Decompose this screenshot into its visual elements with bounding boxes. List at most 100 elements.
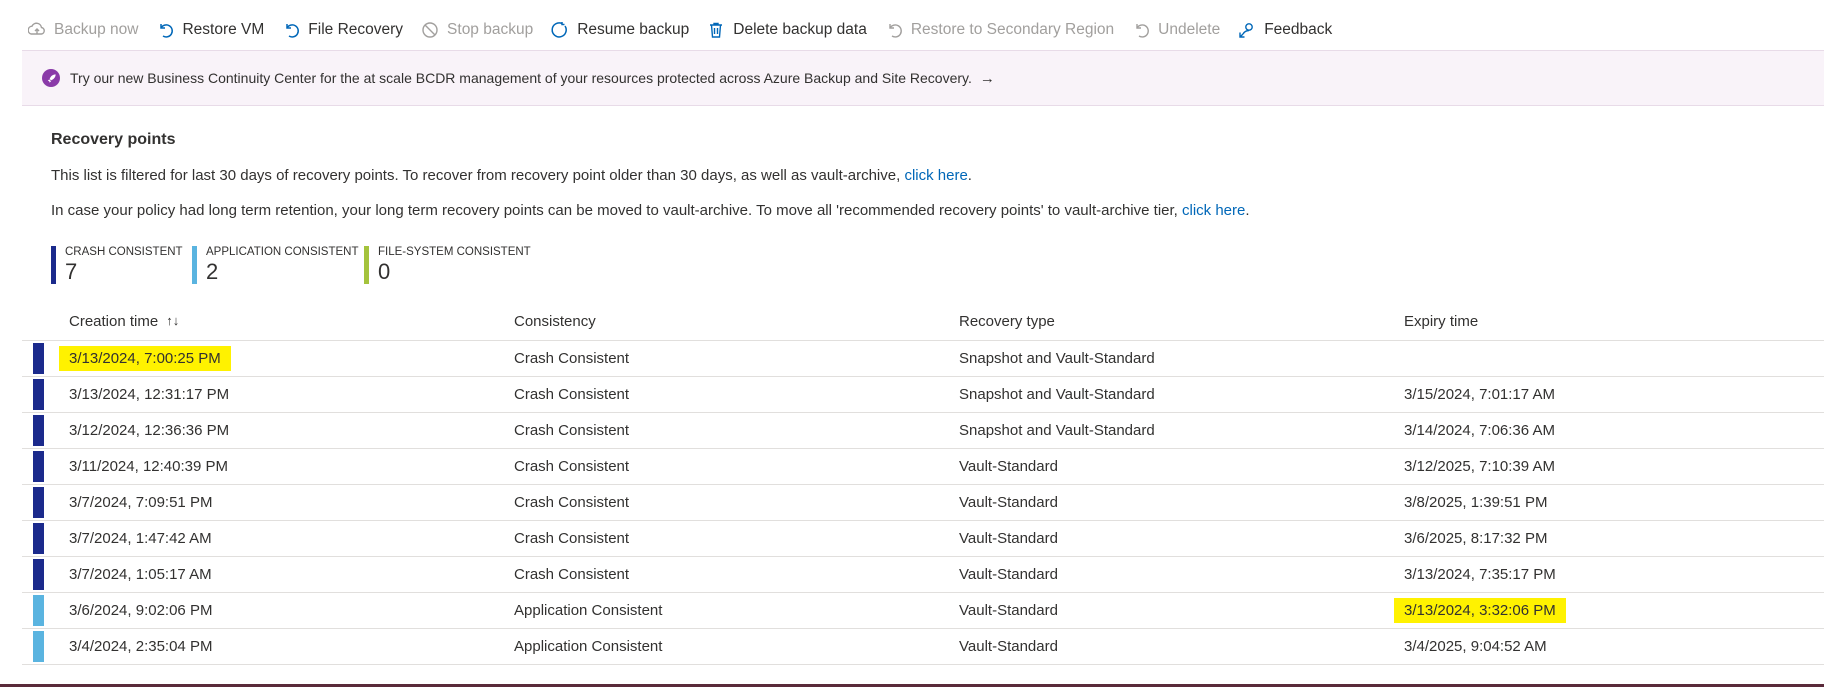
file-recovery-icon (282, 21, 300, 39)
column-header-expiry-time: Expiry time (1404, 313, 1479, 330)
banner-arrow-icon[interactable]: → (980, 70, 995, 87)
table-row[interactable]: 3/6/2024, 9:02:06 PM Application Consist… (22, 593, 1824, 629)
move-to-archive-link[interactable]: click here (1182, 202, 1245, 219)
expiry-time-text: 3/4/2025, 9:04:52 AM (1404, 638, 1547, 655)
table-row[interactable]: 3/12/2024, 12:36:36 PM Crash Consistent … (22, 413, 1824, 449)
column-header-creation-time[interactable]: Creation time ↑↓ (69, 313, 179, 330)
consistency-cell: Application Consistent (514, 638, 663, 655)
file-recovery-label: File Recovery (308, 21, 404, 38)
creation-time-cell: 3/13/2024, 7:00:25 PM (59, 346, 231, 371)
feedback-icon (1238, 21, 1256, 39)
table-row[interactable]: 3/4/2024, 2:35:04 PM Application Consist… (22, 629, 1824, 665)
backup-icon (28, 21, 46, 39)
table-row[interactable]: 3/13/2024, 7:00:25 PM Crash Consistent S… (22, 341, 1824, 377)
creation-time-cell: 3/12/2024, 12:36:36 PM (69, 422, 229, 439)
table-row[interactable]: 3/11/2024, 12:40:39 PM Crash Consistent … (22, 449, 1824, 485)
consistency-color-bar (33, 523, 44, 554)
file-recovery-button[interactable]: File Recovery (282, 21, 403, 39)
creation-time-cell: 3/6/2024, 9:02:06 PM (69, 602, 212, 619)
expiry-time-cell: 3/13/2024, 3:32:06 PM (1394, 598, 1566, 623)
stop-backup-label: Stop backup (447, 21, 534, 38)
consistency-color-bar (33, 451, 44, 482)
table-row[interactable]: 3/13/2024, 12:31:17 PM Crash Consistent … (22, 377, 1824, 413)
consistency-color-bar (33, 595, 44, 626)
retention-info-text: In case your policy had long term retent… (51, 202, 1250, 219)
resume-backup-button[interactable]: Resume backup (551, 21, 689, 39)
expiry-time-text: 3/12/2025, 7:10:39 AM (1404, 458, 1555, 475)
creation-time-text: 3/12/2024, 12:36:36 PM (69, 422, 230, 439)
recovery-type-cell: Vault-Standard (959, 494, 1058, 511)
table-row[interactable]: 3/7/2024, 7:09:51 PM Crash Consistent Va… (22, 485, 1824, 521)
restore-vm-button[interactable]: Restore VM (156, 21, 264, 39)
undelete-label: Undelete (1158, 21, 1221, 38)
undelete-button[interactable]: Undelete (1132, 21, 1220, 39)
restore-icon (156, 21, 174, 39)
consistency-cell: Crash Consistent (514, 494, 630, 511)
expiry-time-cell: 3/14/2024, 7:06:36 AM (1404, 422, 1555, 439)
crash-consistent-count: 7 (65, 259, 78, 284)
expiry-time-cell: 3/4/2025, 9:04:52 AM (1404, 638, 1547, 655)
creation-time-cell: 3/7/2024, 7:09:51 PM (69, 494, 212, 511)
recovery-type-cell: Snapshot and Vault-Standard (959, 350, 1155, 367)
creation-time-text: 3/13/2024, 12:31:17 PM (69, 386, 230, 403)
banner-text: Try our new Business Continuity Center f… (70, 70, 972, 86)
consistency-cell: Crash Consistent (514, 458, 630, 475)
bcc-promo-banner: Try our new Business Continuity Center f… (22, 50, 1824, 106)
resume-backup-label: Resume backup (577, 21, 690, 38)
creation-time-text: 3/6/2024, 9:02:06 PM (69, 602, 213, 619)
backup-now-button[interactable]: Backup now (28, 21, 138, 39)
restore-secondary-region-button[interactable]: Restore to Secondary Region (885, 21, 1114, 39)
recovery-type-cell: Snapshot and Vault-Standard (959, 386, 1155, 403)
retention-info-message: In case your policy had long term retent… (51, 202, 1178, 219)
command-bar: Backup now Restore VM File Recovery Stop… (28, 15, 1350, 45)
creation-time-text: 3/7/2024, 1:05:17 AM (69, 566, 212, 583)
rocket-icon (42, 69, 60, 87)
table-row[interactable]: 3/7/2024, 1:05:17 AM Crash Consistent Va… (22, 557, 1824, 593)
consistency-color-bar (33, 415, 44, 446)
expiry-time-cell: 3/15/2024, 7:01:17 AM (1404, 386, 1555, 403)
filter-info-text: This list is filtered for last 30 days o… (51, 167, 972, 184)
delete-backup-data-button[interactable]: Delete backup data (707, 21, 867, 39)
consistency-cell: Crash Consistent (514, 350, 630, 367)
feedback-label: Feedback (1264, 21, 1333, 38)
filter-info-period: . (967, 167, 972, 184)
recovery-points-title: Recovery points (51, 131, 176, 148)
trash-icon (707, 21, 725, 39)
vault-archive-link[interactable]: click here (904, 167, 967, 184)
consistency-color-bar (33, 487, 44, 518)
file-system-consistent-label: FILE-SYSTEM CONSISTENT (378, 246, 531, 258)
creation-time-cell: 3/4/2024, 2:35:04 PM (69, 638, 212, 655)
expiry-time-cell: 3/12/2025, 7:10:39 AM (1404, 458, 1555, 475)
sort-icon[interactable]: ↑↓ (166, 313, 179, 328)
application-consistent-label: APPLICATION CONSISTENT (206, 246, 359, 258)
consistency-color-bar (33, 379, 44, 410)
undelete-icon (1132, 21, 1150, 39)
expiry-time-cell: 3/8/2025, 1:39:51 PM (1404, 494, 1547, 511)
restore-secondary-icon (885, 21, 903, 39)
creation-time-header-label: Creation time (69, 313, 159, 330)
expiry-time-text: 3/13/2024, 7:35:17 PM (1404, 566, 1556, 583)
restore-secondary-label: Restore to Secondary Region (910, 21, 1115, 38)
recovery-points-table-body: 3/13/2024, 7:00:25 PM Crash Consistent S… (22, 341, 1824, 665)
consistency-cell: Crash Consistent (514, 422, 630, 439)
expiry-time-cell: 3/6/2025, 8:17:32 PM (1404, 530, 1547, 547)
recovery-type-cell: Vault-Standard (959, 458, 1058, 475)
column-header-consistency: Consistency (514, 313, 596, 330)
application-consistent-stat: APPLICATION CONSISTENT 2 (192, 246, 359, 284)
feedback-button[interactable]: Feedback (1238, 21, 1332, 39)
table-row[interactable]: 3/7/2024, 1:47:42 AM Crash Consistent Va… (22, 521, 1824, 557)
recovery-type-cell: Vault-Standard (959, 602, 1058, 619)
expiry-time-text: 3/6/2025, 8:17:32 PM (1404, 530, 1548, 547)
expiry-time-text: 3/13/2024, 3:32:06 PM (1394, 598, 1566, 623)
consistency-color-bar (33, 343, 44, 374)
consistency-cell: Crash Consistent (514, 386, 630, 403)
creation-time-cell: 3/7/2024, 1:47:42 AM (69, 530, 212, 547)
expiry-time-text: 3/14/2024, 7:06:36 AM (1404, 422, 1555, 439)
creation-time-text: 3/11/2024, 12:40:39 PM (69, 458, 229, 475)
stop-backup-button[interactable]: Stop backup (421, 21, 533, 39)
expiry-time-text: 3/15/2024, 7:01:17 AM (1404, 386, 1555, 403)
creation-time-text: 3/7/2024, 1:47:42 AM (69, 530, 212, 547)
consistency-cell: Crash Consistent (514, 530, 630, 547)
recovery-type-cell: Snapshot and Vault-Standard (959, 422, 1155, 439)
filter-info-message: This list is filtered for last 30 days o… (51, 167, 901, 184)
